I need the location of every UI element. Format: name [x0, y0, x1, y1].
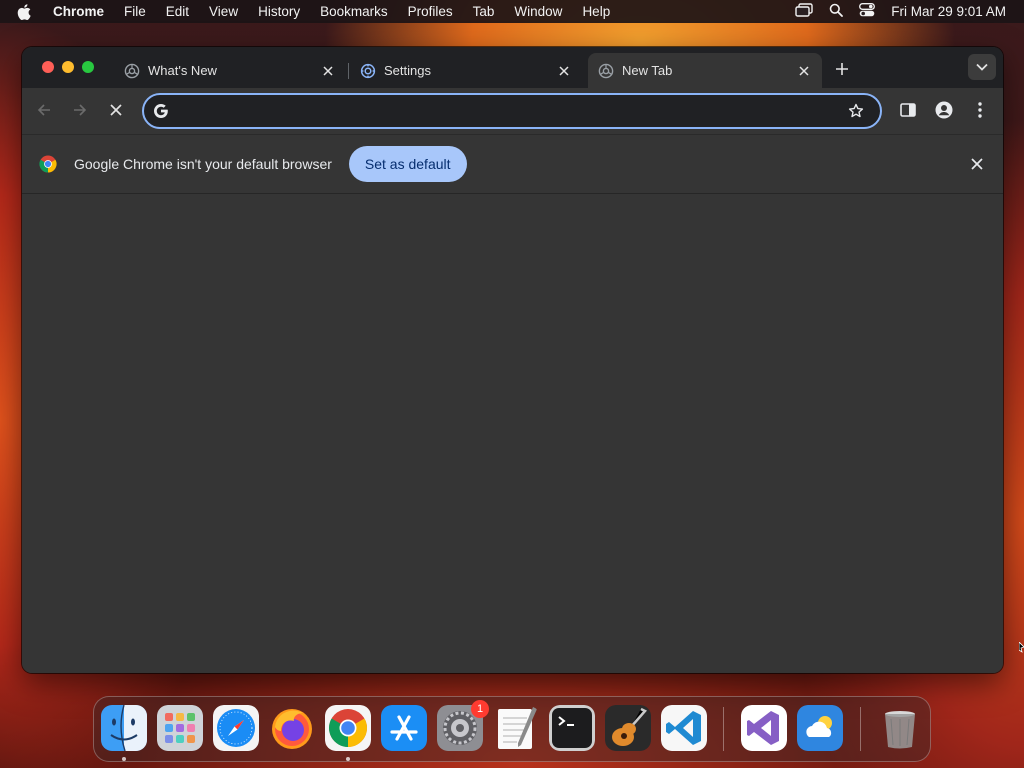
zoom-window-button[interactable]	[82, 61, 94, 73]
profile-button[interactable]	[934, 100, 954, 120]
finder-icon[interactable]	[101, 705, 147, 751]
browser-toolbar	[22, 88, 1003, 134]
tab-title: What's New	[148, 63, 217, 78]
menu-edit[interactable]: Edit	[166, 4, 189, 19]
chrome-globe-icon	[598, 63, 614, 79]
textedit-icon[interactable]	[493, 705, 539, 751]
safari-icon[interactable]	[213, 705, 259, 751]
trash-icon[interactable]	[877, 705, 923, 751]
minimize-window-button[interactable]	[62, 61, 74, 73]
settings-gear-icon	[360, 63, 376, 79]
spotlight-search-icon[interactable]	[829, 3, 844, 20]
running-indicator	[346, 757, 350, 761]
chrome-globe-icon	[124, 63, 140, 79]
terminal-icon[interactable]	[549, 705, 595, 751]
menu-profiles[interactable]: Profiles	[408, 4, 453, 19]
apple-icon[interactable]	[17, 3, 37, 20]
menu-app-name[interactable]: Chrome	[53, 4, 104, 19]
dock-separator	[723, 707, 724, 751]
infobar-message: Google Chrome isn't your default browser	[74, 156, 332, 172]
chrome-menu-button[interactable]	[970, 100, 990, 120]
close-infobar-icon[interactable]	[968, 155, 986, 173]
set-as-default-button[interactable]: Set as default	[348, 146, 467, 182]
mouse-pointer-icon	[1019, 642, 1024, 653]
tab-separator	[348, 63, 349, 79]
screen-mirroring-icon[interactable]	[795, 3, 813, 20]
tab-settings[interactable]: Settings	[350, 53, 582, 88]
back-arrow-icon	[37, 104, 50, 116]
close-tab-icon[interactable]	[556, 63, 572, 79]
close-window-button[interactable]	[42, 61, 54, 73]
chrome-window: What's New Settings New Tab Google Chrom…	[22, 47, 1003, 673]
close-icon	[110, 104, 122, 116]
notification-badge: 1	[471, 700, 489, 718]
menu-tab[interactable]: Tab	[473, 4, 495, 19]
close-tab-icon[interactable]	[796, 63, 812, 79]
tab-title: Settings	[384, 63, 431, 78]
back-button[interactable]	[34, 100, 54, 120]
address-input[interactable]	[178, 99, 846, 123]
tab-strip: What's New Settings New Tab	[22, 47, 1003, 88]
forward-arrow-icon	[74, 104, 87, 116]
side-panel-icon	[900, 103, 916, 117]
menu-help[interactable]: Help	[582, 4, 610, 19]
address-bar[interactable]	[142, 93, 882, 129]
app-store-icon[interactable]	[381, 705, 427, 751]
dock: 1	[93, 696, 931, 762]
new-tab-button[interactable]	[832, 59, 852, 79]
stop-loading-button[interactable]	[106, 100, 126, 120]
dock-separator	[860, 707, 861, 751]
menu-bookmarks[interactable]: Bookmarks	[320, 4, 388, 19]
tab-whats-new[interactable]: What's New	[114, 53, 346, 88]
plus-icon	[836, 63, 848, 75]
google-g-icon	[152, 102, 170, 120]
menu-bar: Chrome File Edit View History Bookmarks …	[0, 0, 1024, 23]
vscode-icon[interactable]	[661, 705, 707, 751]
tab-title: New Tab	[622, 63, 673, 78]
page-content[interactable]	[22, 195, 1003, 673]
menu-file[interactable]: File	[124, 4, 146, 19]
firefox-icon[interactable]	[269, 705, 315, 751]
tab-search-button[interactable]	[968, 54, 996, 80]
default-browser-infobar: Google Chrome isn't your default browser…	[22, 134, 1003, 194]
side-panel-button[interactable]	[898, 100, 918, 120]
avatar-icon	[935, 101, 953, 119]
forward-button[interactable]	[70, 100, 90, 120]
menu-bar-clock[interactable]: Fri Mar 29 9:01 AM	[891, 4, 1006, 19]
kebab-menu-icon	[978, 102, 982, 118]
menu-view[interactable]: View	[209, 4, 238, 19]
menu-window[interactable]: Window	[514, 4, 562, 19]
chrome-logo-icon	[39, 155, 57, 173]
window-controls	[42, 61, 94, 73]
weather-icon[interactable]	[797, 705, 843, 751]
system-preferences-launcher[interactable]: 1	[437, 700, 489, 751]
visual-studio-icon[interactable]	[741, 705, 787, 751]
chevron-down-icon	[976, 63, 988, 71]
close-tab-icon[interactable]	[320, 63, 336, 79]
control-center-icon[interactable]	[859, 3, 876, 20]
bookmark-star-icon[interactable]	[846, 101, 866, 121]
running-indicator	[122, 757, 126, 761]
menu-history[interactable]: History	[258, 4, 300, 19]
chrome-icon[interactable]	[325, 705, 371, 751]
launchpad-icon[interactable]	[157, 705, 203, 751]
garageband-icon[interactable]	[605, 705, 651, 751]
tab-new-tab[interactable]: New Tab	[588, 53, 822, 88]
